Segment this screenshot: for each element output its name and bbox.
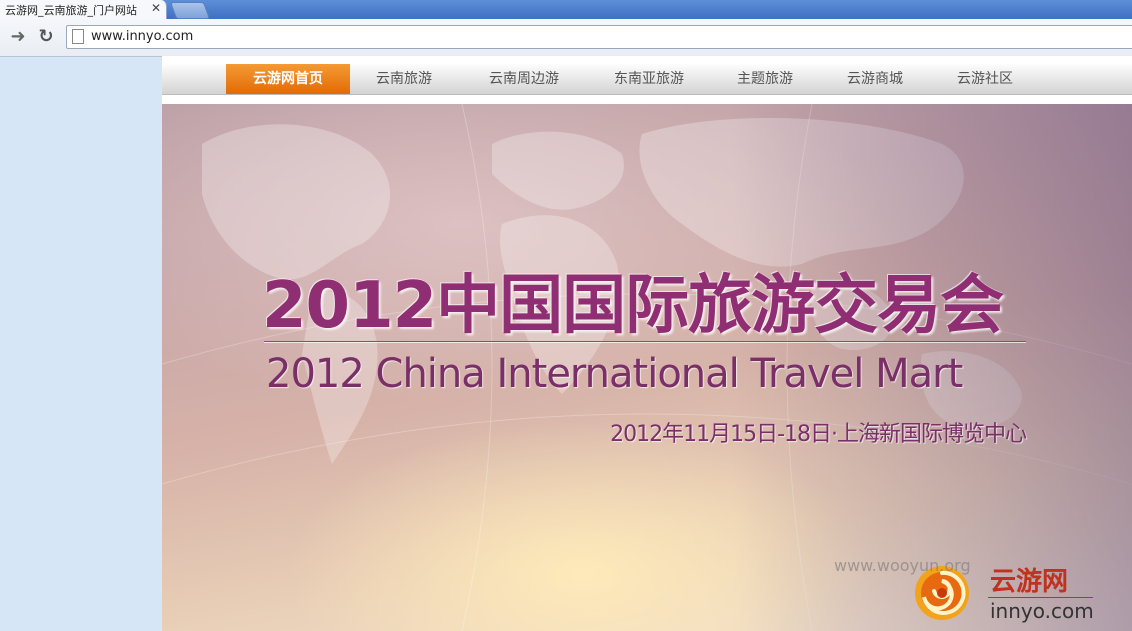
url-text[interactable]: www.innyo.com	[91, 29, 193, 44]
logo-divider	[988, 597, 1093, 598]
nav-mall[interactable]: 云游商城	[830, 64, 920, 94]
promo-banner[interactable]: 2012中国国际旅游交易会 2012 China International T…	[162, 104, 1132, 631]
banner-title-cn: 2012中国国际旅游交易会	[262, 269, 1004, 343]
new-tab-button[interactable]	[169, 2, 211, 19]
forward-arrow-icon[interactable]: ➜	[6, 25, 30, 49]
nav-yunnan-travel[interactable]: 云南旅游	[358, 64, 450, 94]
browser-toolbar: ➜ ↻ www.innyo.com	[0, 19, 1132, 57]
browser-tab-strip: 云游网_云南旅游_门户网站 ✕	[0, 0, 1132, 19]
page-icon	[72, 29, 84, 44]
close-tab-icon[interactable]: ✕	[151, 1, 161, 15]
watermark-text: www.wooyun.org	[834, 556, 971, 575]
nav-community[interactable]: 云游社区	[940, 64, 1030, 94]
logo-name-cn: 云游网	[990, 567, 1069, 597]
browser-tab[interactable]: 云游网_云南旅游_门户网站 ✕	[0, 0, 167, 19]
nav-theme-travel[interactable]: 主题旅游	[720, 64, 810, 94]
tab-title: 云游网_云南旅游_门户网站	[5, 4, 137, 17]
site-navbar: 云游网首页 云南旅游 云南周边游 东南亚旅游 主题旅游 云游商城 云游社区	[162, 64, 1132, 95]
banner-divider	[264, 341, 1026, 342]
nav-yunnan-nearby[interactable]: 云南周边游	[474, 64, 574, 94]
address-bar[interactable]: www.innyo.com	[66, 25, 1132, 49]
reload-icon[interactable]: ↻	[34, 25, 58, 49]
banner-date-venue: 2012年11月15日-18日·上海新国际博览中心	[610, 422, 1027, 447]
nav-home[interactable]: 云游网首页	[226, 64, 350, 94]
web-page: 云游网首页 云南旅游 云南周边游 东南亚旅游 主题旅游 云游商城 云游社区 20…	[162, 56, 1132, 631]
logo-domain: innyo.com	[990, 599, 1094, 623]
banner-title-en: 2012 China International Travel Mart	[266, 351, 963, 397]
nav-southeast-asia[interactable]: 东南亚旅游	[599, 64, 699, 94]
